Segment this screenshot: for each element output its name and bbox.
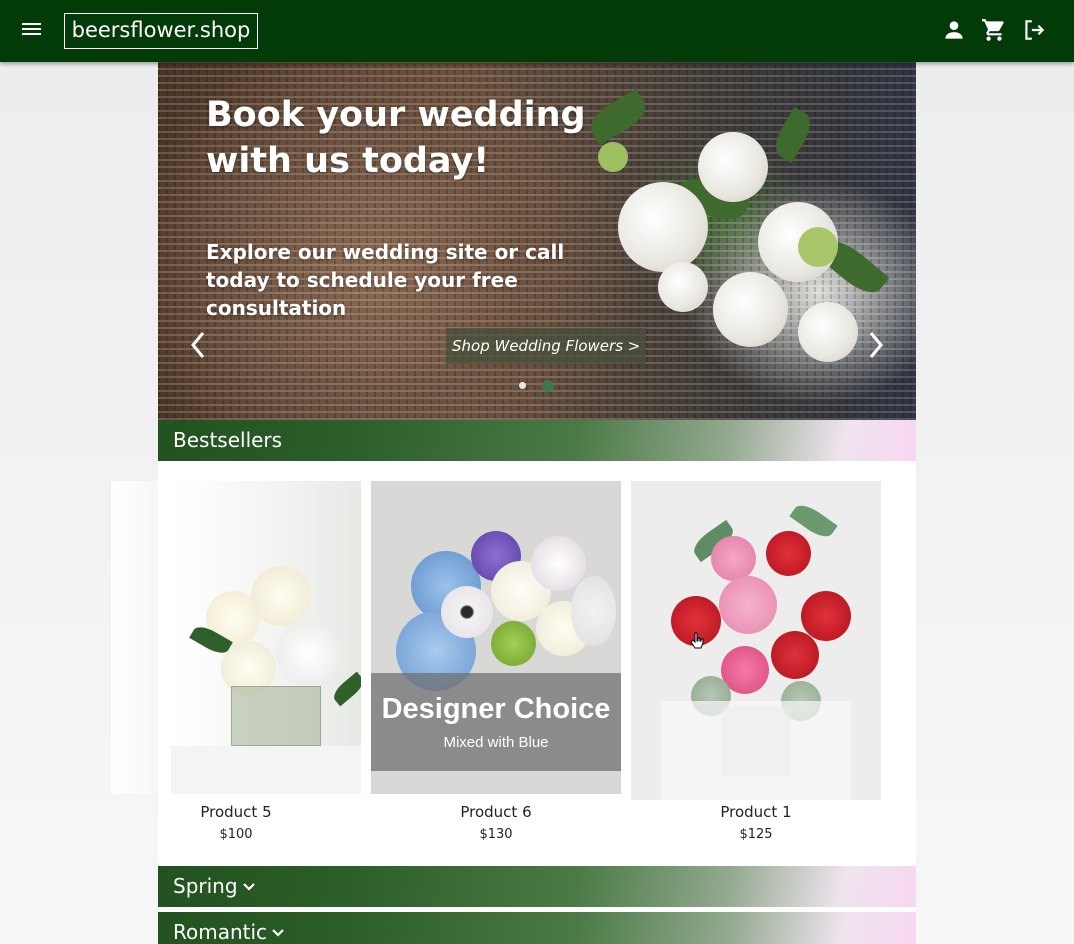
hero-carousel[interactable]: Book your wedding with us today! Explore…: [158, 62, 916, 420]
account-icon[interactable]: [941, 17, 967, 43]
main-content: Book your wedding with us today! Explore…: [111, 62, 916, 944]
hero-next-arrow-icon[interactable]: [862, 328, 890, 362]
section-title: Romantic: [173, 920, 268, 944]
section-title: Spring: [173, 874, 238, 898]
product-name[interactable]: Product 5: [111, 803, 361, 821]
cart-icon[interactable]: [981, 17, 1007, 43]
carousel-dot-1[interactable]: [519, 382, 526, 389]
product-name[interactable]: Product 6: [371, 803, 621, 821]
top-app-bar: beersflower.shop: [0, 0, 1074, 62]
chevron-down-icon: [242, 883, 255, 891]
carousel-dot-2[interactable]: [542, 380, 554, 392]
section-header-romantic[interactable]: Romantic: [158, 912, 916, 944]
product-price: $125: [739, 827, 773, 842]
hero-prev-arrow-icon[interactable]: [184, 328, 212, 362]
section-header-spring[interactable]: Spring: [158, 866, 916, 907]
menu-icon[interactable]: [20, 20, 44, 42]
product-image[interactable]: [631, 481, 881, 800]
product-image[interactable]: Designer Choice Mixed with Blue: [371, 481, 621, 794]
hero-title: Book your wedding with us today!: [206, 95, 586, 181]
product-card[interactable]: Product 5 $100: [111, 481, 361, 842]
logout-icon[interactable]: [1021, 17, 1047, 43]
hero-subtitle: Explore our wedding site or call today t…: [206, 240, 565, 320]
product-card[interactable]: Designer Choice Mixed with Blue Product …: [371, 481, 621, 842]
product-overlay-subtitle: Mixed with Blue: [443, 734, 549, 751]
site-brand-link[interactable]: beersflower.shop: [64, 13, 258, 49]
product-card[interactable]: Product 1 $125: [631, 481, 881, 842]
section-header-bestsellers: Bestsellers: [158, 420, 916, 461]
shop-wedding-flowers-button[interactable]: Shop Wedding Flowers >: [446, 328, 647, 364]
mouse-cursor-icon: [690, 632, 704, 649]
product-image[interactable]: [111, 481, 361, 794]
product-name[interactable]: Product 1: [631, 803, 881, 821]
product-price: $130: [479, 827, 513, 842]
section-title: Bestsellers: [173, 428, 283, 452]
product-overlay-title: Designer Choice: [381, 693, 611, 725]
chevron-down-icon: [272, 929, 284, 937]
product-price: $100: [219, 827, 253, 842]
bestsellers-carousel: Product 5 $100 Designer Choice Mixed wit…: [111, 461, 916, 903]
